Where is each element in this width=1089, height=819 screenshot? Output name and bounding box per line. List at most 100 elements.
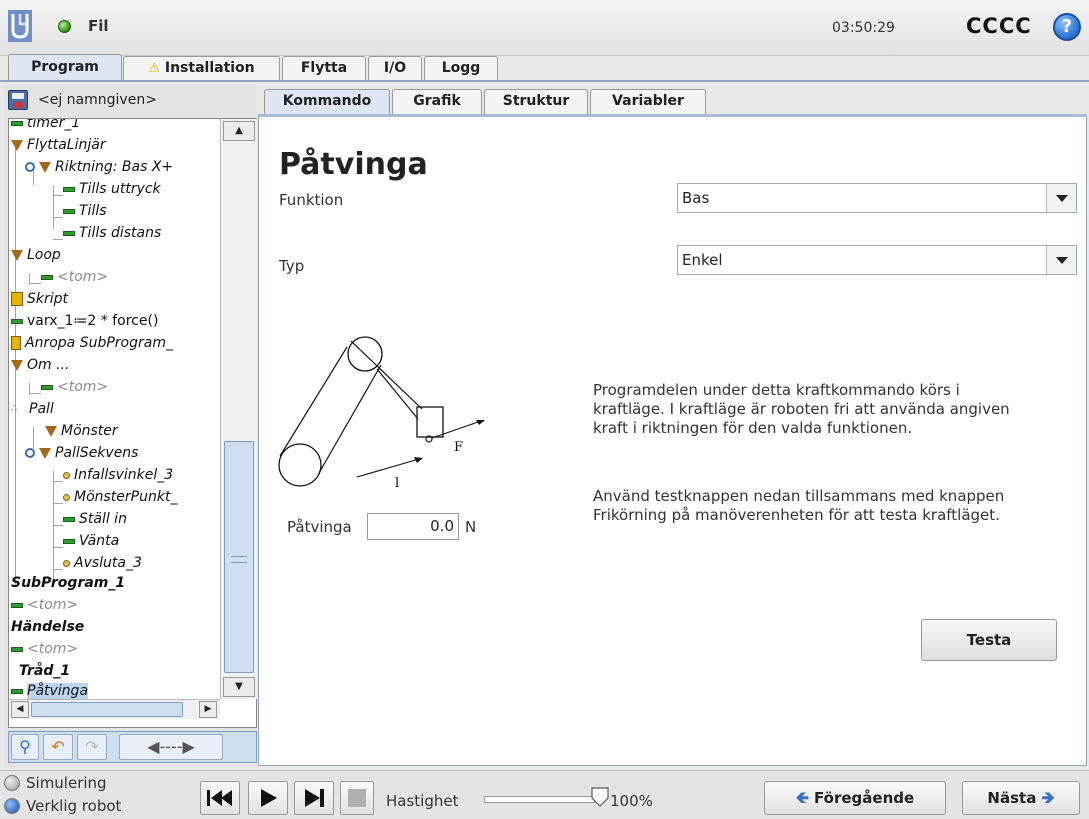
real-robot-radio[interactable]: [4, 798, 20, 814]
tree-node[interactable]: FlyttaLinjär: [11, 135, 106, 157]
command-icon: [11, 688, 23, 694]
force-input[interactable]: 0.0: [367, 513, 459, 540]
tab-logg[interactable]: Logg: [424, 56, 498, 80]
tab-installation[interactable]: ⚠ Installation: [123, 56, 280, 80]
play-icon: [261, 789, 277, 807]
tree-node[interactable]: timer_1: [11, 119, 80, 135]
tab-program[interactable]: Program: [8, 54, 122, 80]
test-hint-text: Använd testknappen nedan tillsammans med…: [593, 487, 1005, 524]
tree-node[interactable]: ∴ Pall: [11, 399, 54, 421]
tree-node[interactable]: Vänta: [63, 531, 119, 553]
expand-triangle-icon: [11, 139, 23, 151]
tree-node[interactable]: <tom>: [11, 639, 78, 661]
tree-node[interactable]: Loop: [11, 245, 61, 267]
undo-icon[interactable]: ↶: [43, 734, 73, 760]
force-symbol: F: [454, 440, 463, 455]
tree-node[interactable]: PallSekvens: [25, 443, 138, 465]
funktion-select[interactable]: Bas: [677, 183, 1077, 213]
command-icon: [63, 516, 75, 522]
stop-button[interactable]: [340, 781, 374, 815]
tree-node[interactable]: <tom>: [11, 595, 78, 617]
scroll-right-icon[interactable]: ▶: [199, 701, 217, 718]
scroll-left-icon[interactable]: ◀: [11, 701, 29, 718]
waypoint-icon: [63, 471, 70, 479]
script-icon: [11, 292, 23, 306]
robot-status-icon: [58, 20, 71, 33]
speed-value: 100%: [610, 792, 653, 810]
waypoint-icon: [63, 559, 70, 567]
chevron-down-icon[interactable]: [1046, 184, 1076, 212]
expand-triangle-icon: [11, 359, 23, 371]
save-icon[interactable]: [8, 90, 28, 110]
tree-node[interactable]: Tills: [63, 201, 107, 223]
expand-collapse-icon[interactable]: ◀----▶: [119, 734, 223, 760]
direction-pin-icon: [25, 448, 35, 458]
next-button[interactable]: Nästa 🡺: [962, 781, 1080, 815]
command-icon: [41, 384, 53, 390]
tree-line: [29, 393, 41, 394]
tree-line: [53, 503, 63, 504]
redo-icon[interactable]: ↷: [77, 734, 107, 760]
speed-slider[interactable]: [484, 796, 600, 803]
command-icon: [63, 230, 75, 236]
tree-node[interactable]: Avsluta_3: [63, 553, 142, 575]
command-icon: [11, 602, 23, 608]
rewind-icon: [207, 790, 232, 806]
tree-node[interactable]: MönsterPunkt_: [63, 487, 177, 509]
tree-node[interactable]: Om ...: [11, 355, 69, 377]
tab-io[interactable]: I/O: [368, 56, 422, 80]
tab-variabler[interactable]: Variabler: [590, 89, 706, 114]
tree-line: [53, 525, 63, 526]
play-button[interactable]: [248, 781, 288, 815]
tree-line: [53, 569, 63, 570]
typ-select[interactable]: Enkel: [677, 245, 1077, 275]
stop-icon: [348, 789, 366, 807]
simulation-label: Simulering: [26, 774, 107, 792]
step-button[interactable]: [294, 781, 334, 815]
tree-node[interactable]: <tom>: [41, 377, 108, 399]
tree-line: [53, 239, 63, 240]
length-symbol: l: [395, 476, 399, 491]
scroll-down-icon[interactable]: ▼: [223, 677, 255, 697]
tab-flytta[interactable]: Flytta: [282, 56, 366, 80]
chevron-down-icon[interactable]: [1046, 246, 1076, 274]
tree-node[interactable]: Riktning: Bas X+: [25, 157, 173, 179]
tree-node[interactable]: <tom>: [41, 267, 108, 289]
tree-node[interactable]: Händelse: [11, 617, 84, 639]
scroll-thumb[interactable]: [31, 702, 183, 717]
tree-vertical-scrollbar[interactable]: ▲ ▼: [220, 119, 257, 699]
scroll-up-icon[interactable]: ▲: [223, 121, 255, 141]
tab-kommando[interactable]: Kommando: [264, 89, 390, 114]
search-icon[interactable]: ⚲: [11, 734, 39, 760]
program-tree: timer_1 FlyttaLinjär Riktning: Bas X+ Ti…: [8, 118, 257, 728]
scroll-thumb[interactable]: [224, 441, 254, 673]
command-icon: [11, 318, 23, 324]
tree-node[interactable]: Tills uttryck: [63, 179, 161, 201]
tab-grafik[interactable]: Grafik: [392, 89, 482, 114]
typ-value: Enkel: [682, 251, 723, 269]
bottom-bar: Simulering Verklig robot Hastighet 100% …: [0, 770, 1089, 819]
tree-node[interactable]: Infallsvinkel_3: [63, 465, 173, 487]
simulation-radio[interactable]: [4, 775, 20, 791]
tree-node[interactable]: Tråd_1: [19, 661, 70, 683]
tree-node[interactable]: SubProgram_1: [11, 573, 125, 595]
speed-slider-handle[interactable]: [590, 786, 610, 808]
file-menu[interactable]: Fil: [88, 17, 109, 35]
tree-node-selected[interactable]: Påtvinga: [11, 681, 89, 699]
tree-node[interactable]: varx_1≔2 * force(): [11, 311, 158, 333]
tree-node[interactable]: Ställ in: [63, 509, 127, 531]
tree-horizontal-scrollbar[interactable]: ◀ ▶: [9, 699, 220, 719]
help-icon[interactable]: ?: [1053, 13, 1081, 41]
tree-node[interactable]: Tills distans: [63, 223, 161, 245]
tree-node[interactable]: Mönster: [45, 421, 118, 443]
force-unit: N: [465, 518, 477, 536]
description-text: Programdelen under detta kraftkommando k…: [593, 381, 1010, 437]
rewind-button[interactable]: [200, 781, 240, 815]
command-icon: [63, 208, 75, 214]
tree-node[interactable]: Anropa SubProgram_: [11, 333, 173, 355]
tree-line: [53, 185, 54, 229]
test-button[interactable]: Testa: [921, 619, 1057, 661]
tab-struktur[interactable]: Struktur: [484, 89, 588, 114]
tree-node[interactable]: Skript: [11, 289, 68, 311]
previous-button[interactable]: 🡸 Föregående: [764, 781, 946, 815]
